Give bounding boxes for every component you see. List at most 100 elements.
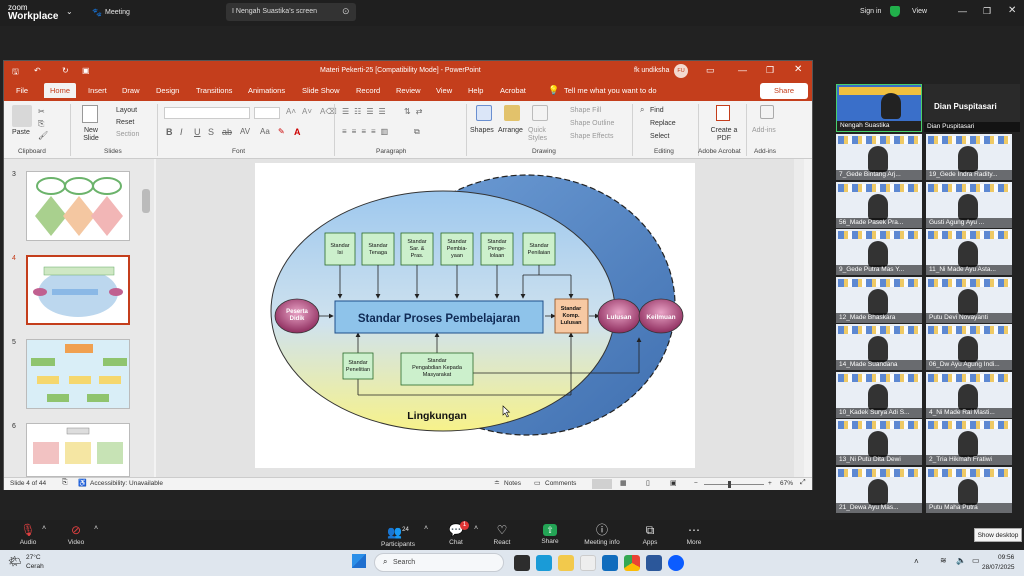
battery-icon[interactable]: ▭ [972,556,980,565]
participant-tile[interactable]: 12_Made Bhaskara [836,276,922,323]
share-button[interactable]: Share [760,83,808,99]
participant-tile[interactable]: 56_Made Pasek Pra... [836,181,922,228]
participant-tile[interactable]: 21_Dewa Ayu Mas... [836,466,922,513]
participant-tile[interactable]: 10_Kadek Surya Adi S... [836,371,922,418]
participant-tile[interactable]: Putu Maha Putra [926,466,1012,513]
tab-home[interactable]: Home [44,83,77,98]
bold-icon[interactable]: B [166,127,173,137]
participant-tile[interactable]: 14_Made Suandana [836,324,922,370]
restore-icon[interactable]: ❐ [766,65,774,76]
file-explorer-icon[interactable] [558,555,574,571]
minimize-icon[interactable]: — [958,6,967,16]
spacing-icon[interactable]: AV [240,127,250,136]
chevron-up-icon[interactable]: ˄ [474,525,478,532]
host-tile[interactable]: Dian Puspitasari Dian Puspitasari [924,84,1020,132]
slide-thumbnail[interactable] [26,171,130,241]
reset-button[interactable]: Reset [116,119,134,126]
save-icon[interactable]: 🖫 [12,66,19,80]
edge-icon[interactable] [536,555,552,571]
shapes-icon[interactable] [476,105,492,121]
wifi-icon[interactable]: ≋ [940,556,947,565]
spellcheck-icon[interactable]: ⎘ [62,479,68,487]
chevron-up-icon[interactable]: ˄ [94,525,98,532]
participant-tile[interactable]: Putu Devi Novayanti [926,276,1012,323]
tray-chevron-icon[interactable]: ˄ [914,557,919,566]
replace-button[interactable]: Replace [650,120,676,127]
restore-icon[interactable]: ❐ [983,6,991,17]
tell-me-search[interactable]: Tell me what you want to do [564,86,657,95]
chevron-up-icon[interactable]: ˄ [42,525,46,532]
weather-icon[interactable]: 🌤 [8,555,22,568]
weather-temp[interactable]: 27°C [26,554,41,561]
tab-slide-show[interactable]: Slide Show [302,86,340,95]
participant-tile[interactable]: 13_Ni Putu Dita Dewi [836,419,922,465]
zoom-out-icon[interactable]: − [694,480,698,487]
zoom-in-icon[interactable]: + [768,480,772,487]
minimize-icon[interactable]: — [738,65,747,75]
volume-icon[interactable]: 🔈 [956,556,966,565]
avatar[interactable]: FU [674,64,688,78]
weather-text[interactable]: Cerah [26,563,44,570]
zoom-slider[interactable] [704,484,764,485]
zoom-slider-thumb[interactable] [728,481,731,488]
slide-thumbnail[interactable] [26,339,130,409]
react-button[interactable]: ♡ React [482,524,522,547]
close-icon[interactable]: ✕ [794,64,802,75]
select-button[interactable]: Select [650,133,669,140]
outlook-icon[interactable] [602,555,618,571]
pdf-icon[interactable] [716,105,730,121]
new-slide-icon[interactable] [82,105,98,123]
smartart-icon[interactable]: ⧉ [414,127,420,137]
account-name[interactable]: fk undiksha [634,67,669,74]
slideshow-view-icon[interactable]: ▣ [670,479,677,487]
word-icon[interactable] [646,555,662,571]
view-button[interactable]: View [912,8,927,15]
tab-acrobat[interactable]: Acrobat [500,86,526,95]
sorter-view-icon[interactable]: ▦ [620,479,627,487]
meeting-tab[interactable]: Meeting [105,9,130,16]
chevron-down-icon[interactable]: ⌄ [66,7,73,16]
participant-tile[interactable]: 06_Dw Ayu Agung Indi... [926,324,1012,370]
vertical-scrollbar[interactable] [794,159,804,477]
tab-review[interactable]: Review [396,86,421,95]
section-button[interactable]: Section [116,131,139,138]
underline-icon[interactable]: U [194,127,201,137]
presenter-tile[interactable]: Nengah Suastika [836,84,922,132]
participant-tile[interactable]: 7_Gede Bintang Arj... [836,134,922,180]
redo-icon[interactable]: ↻ [62,66,69,75]
grow-font-icon[interactable]: A˄ [286,107,296,116]
cut-icon[interactable]: ✂ [38,107,45,116]
share-tab[interactable]: I Nengah Suastika's screen ⊙ [226,3,356,21]
participant-tile[interactable]: 19_Gede Indra Radity... [926,134,1012,180]
tab-view[interactable]: View [436,86,452,95]
tab-design[interactable]: Design [156,86,179,95]
notes-button[interactable]: Notes [504,480,521,487]
participant-tile[interactable]: 4_Ni Made Rai Masti... [926,371,1012,418]
shape-outline-button[interactable]: Shape Outline [570,120,614,127]
apps-button[interactable]: ⧉ Apps [630,524,670,547]
undo-icon[interactable]: ↶ [34,66,41,75]
tab-file[interactable]: File [16,86,28,95]
font-size-select[interactable] [254,107,280,119]
chevron-up-icon[interactable]: ˄ [424,525,428,532]
reading-view-icon[interactable]: ▯ [646,479,650,487]
highlight-icon[interactable]: ✎ [278,127,285,136]
font-color-icon[interactable]: A [294,127,301,137]
strikethrough-icon[interactable]: ab [222,127,232,137]
shrink-font-icon[interactable]: A˅ [302,107,312,116]
participant-tile[interactable]: 2_Tria Hikmah Fratiwi [926,419,1012,465]
participant-tile[interactable]: 9_Gede Putra Mas Y... [836,229,922,275]
task-view-icon[interactable] [514,555,530,571]
participant-tile[interactable]: Gusti Agung Ayu ... [926,181,1012,228]
share-screen-button[interactable]: ⇧ Share [530,524,570,545]
slide-canvas[interactable]: Standar Isi Standar Tenaga Standar Sar. & Pr… [255,163,695,468]
ribbon-display-icon[interactable]: ▭ [706,65,715,76]
copy-icon[interactable]: ⎘ [38,119,44,129]
align-icons[interactable]: ≡≡≡≡▥ [342,127,393,136]
shape-effects-button[interactable]: Shape Effects [570,133,613,140]
layout-button[interactable]: Layout [116,107,137,114]
quick-styles-button[interactable]: Quick Styles [528,127,554,143]
zoom-level[interactable]: 67% [780,480,793,487]
arrange-button[interactable]: Arrange [498,127,523,134]
italic-icon[interactable]: I [180,127,183,137]
